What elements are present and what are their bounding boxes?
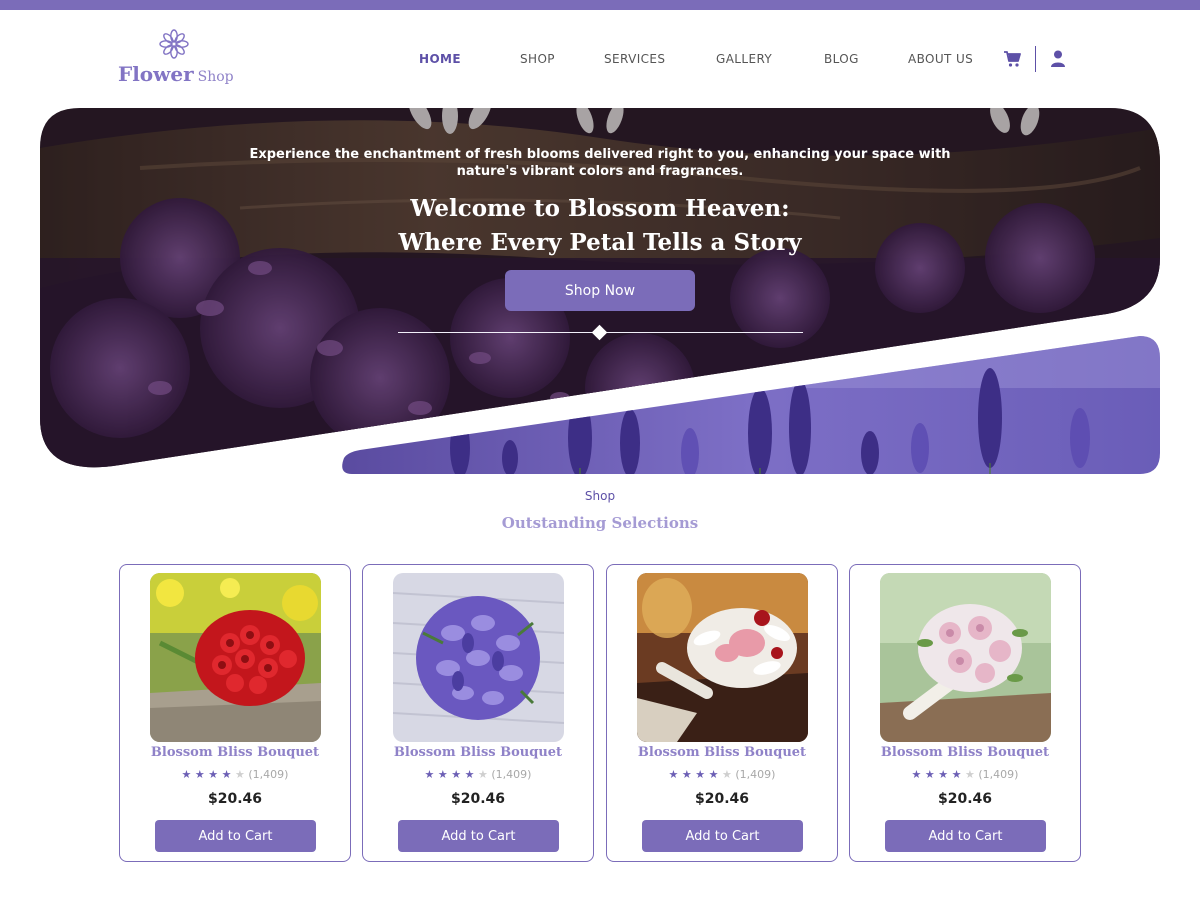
nav-item-services[interactable]: SERVICES <box>604 52 665 66</box>
shop-now-button[interactable]: Shop Now <box>505 270 695 311</box>
nav-item-gallery[interactable]: GALLERY <box>716 52 772 66</box>
review-count: (1,409) <box>978 768 1019 781</box>
review-count: (1,409) <box>248 768 289 781</box>
star-icon: ★ <box>708 768 719 781</box>
star-icon: ★ <box>464 768 475 781</box>
product-image-lilies-bouquet[interactable] <box>637 573 808 742</box>
review-count: (1,409) <box>491 768 532 781</box>
product-price: $20.46 <box>450 791 506 807</box>
product-rating: ★ ★ ★ ★ ★ (1,409) <box>363 768 593 781</box>
product-rating: ★ ★ ★ ★ ★ (1,409) <box>850 768 1080 781</box>
brand-name-sub: Shop <box>197 69 234 85</box>
star-icon: ★ <box>437 768 448 781</box>
product-price: $20.46 <box>694 791 750 807</box>
add-to-cart-button[interactable]: Add to Cart <box>398 820 559 852</box>
star-empty-icon: ★ <box>235 768 245 781</box>
review-count: (1,409) <box>735 768 776 781</box>
star-icon: ★ <box>208 768 219 781</box>
star-icon: ★ <box>911 768 922 781</box>
product-price: $20.46 <box>207 791 263 807</box>
star-icon: ★ <box>424 768 435 781</box>
product-image-purple-bouquet[interactable] <box>393 573 564 742</box>
product-image-red-roses[interactable] <box>150 573 321 742</box>
product-name[interactable]: Blossom Bliss Bouquet <box>363 745 593 760</box>
add-to-cart-button[interactable]: Add to Cart <box>885 820 1046 852</box>
star-icon: ★ <box>221 768 232 781</box>
top-accent-bar <box>0 0 1200 10</box>
nav-item-blog[interactable]: BLOG <box>824 52 859 66</box>
section-tag: Shop <box>584 489 616 503</box>
star-empty-icon: ★ <box>965 768 975 781</box>
product-name[interactable]: Blossom Bliss Bouquet <box>120 745 350 760</box>
star-empty-icon: ★ <box>478 768 488 781</box>
product-name[interactable]: Blossom Bliss Bouquet <box>850 745 1080 760</box>
product-card[interactable]: Blossom Bliss Bouquet ★ ★ ★ ★ ★ (1,409) … <box>849 564 1081 862</box>
hero-banner: Experience the enchantment of fresh bloo… <box>40 108 1160 474</box>
star-icon: ★ <box>668 768 679 781</box>
product-name[interactable]: Blossom Bliss Bouquet <box>607 745 837 760</box>
star-icon: ★ <box>938 768 949 781</box>
user-icon[interactable] <box>1048 49 1068 69</box>
star-icon: ★ <box>681 768 692 781</box>
star-icon: ★ <box>951 768 962 781</box>
product-image-pastel-roses[interactable] <box>880 573 1051 742</box>
product-card[interactable]: Blossom Bliss Bouquet ★ ★ ★ ★ ★ (1,409) … <box>606 564 838 862</box>
hero-title: Welcome to Blossom Heaven: Where Every P… <box>300 192 900 260</box>
add-to-cart-button[interactable]: Add to Cart <box>642 820 803 852</box>
cart-icon[interactable] <box>1003 49 1023 69</box>
star-icon: ★ <box>451 768 462 781</box>
product-card[interactable]: Blossom Bliss Bouquet ★ ★ ★ ★ ★ (1,409) … <box>362 564 594 862</box>
hero-title-line-2: Where Every Petal Tells a Story <box>398 229 802 256</box>
product-price: $20.46 <box>937 791 993 807</box>
hero-title-line-1: Welcome to Blossom Heaven: <box>410 195 790 222</box>
nav-item-shop[interactable]: SHOP <box>520 52 555 66</box>
nav-item-home[interactable]: HOME <box>419 52 461 66</box>
star-empty-icon: ★ <box>722 768 732 781</box>
product-card[interactable]: Blossom Bliss Bouquet ★ ★ ★ ★ ★ (1,409) … <box>119 564 351 862</box>
add-to-cart-button[interactable]: Add to Cart <box>155 820 316 852</box>
nav-divider <box>1035 46 1036 72</box>
star-icon: ★ <box>695 768 706 781</box>
nav-item-about-us[interactable]: ABOUT US <box>908 52 973 66</box>
star-icon: ★ <box>181 768 192 781</box>
star-icon: ★ <box>924 768 935 781</box>
product-rating: ★ ★ ★ ★ ★ (1,409) <box>120 768 350 781</box>
product-rating: ★ ★ ★ ★ ★ (1,409) <box>607 768 837 781</box>
star-icon: ★ <box>194 768 205 781</box>
hero-subtitle: Experience the enchantment of fresh bloo… <box>249 147 951 179</box>
section-title: Outstanding Selections <box>501 514 699 532</box>
